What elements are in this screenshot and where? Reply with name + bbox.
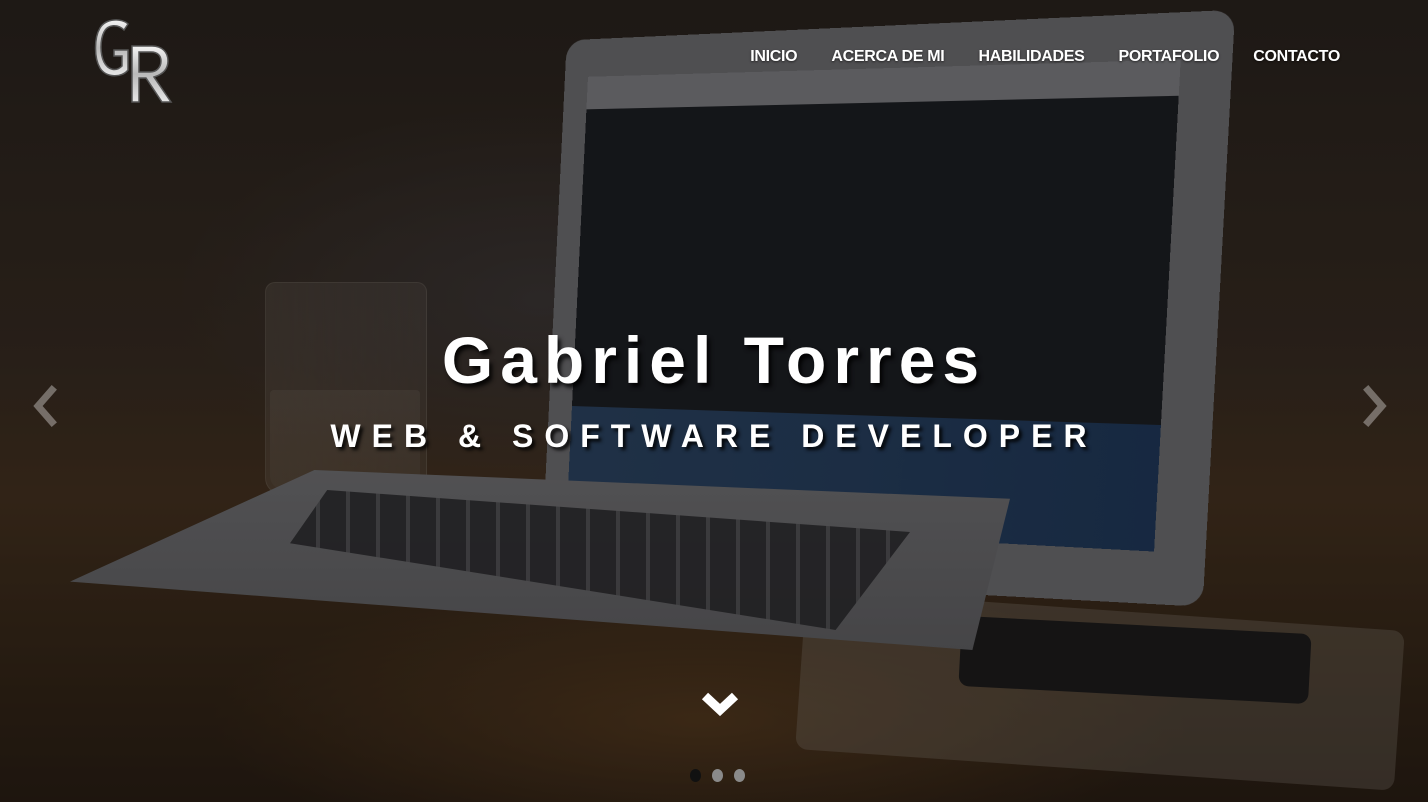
chevron-right-icon <box>1363 385 1387 427</box>
hero-carousel: INICIO ACERCA DE MI HABILIDADES PORTAFOL… <box>0 0 1428 802</box>
chevron-down-icon <box>701 692 739 717</box>
carousel-indicator-3[interactable] <box>734 769 745 782</box>
carousel-indicator-2[interactable] <box>712 769 723 782</box>
nav-item-contacto[interactable]: CONTACTO <box>1236 46 1346 68</box>
chevron-left-icon <box>33 385 57 427</box>
carousel-next-button[interactable] <box>1360 384 1390 428</box>
nav-item-portafolio[interactable]: PORTAFOLIO <box>1102 46 1237 68</box>
scroll-down-button[interactable] <box>700 688 740 724</box>
hero-title: Gabriel Torres <box>441 323 987 397</box>
nav-item-acerca-de-mi[interactable]: ACERCA DE MI <box>814 46 961 68</box>
main-nav: INICIO ACERCA DE MI HABILIDADES PORTAFOL… <box>733 46 1346 68</box>
dark-overlay <box>0 0 1428 802</box>
background-photo-laptop-desk <box>0 0 1428 802</box>
nav-item-inicio[interactable]: INICIO <box>733 46 814 68</box>
carousel-indicators <box>690 769 745 782</box>
gr-monogram-logo[interactable] <box>92 16 174 106</box>
carousel-indicator-1[interactable] <box>690 769 701 782</box>
carousel-prev-button[interactable] <box>30 384 60 428</box>
hero-subtitle: WEB & SOFTWARE DEVELOPER <box>330 418 1098 454</box>
nav-item-habilidades[interactable]: HABILIDADES <box>961 46 1101 68</box>
